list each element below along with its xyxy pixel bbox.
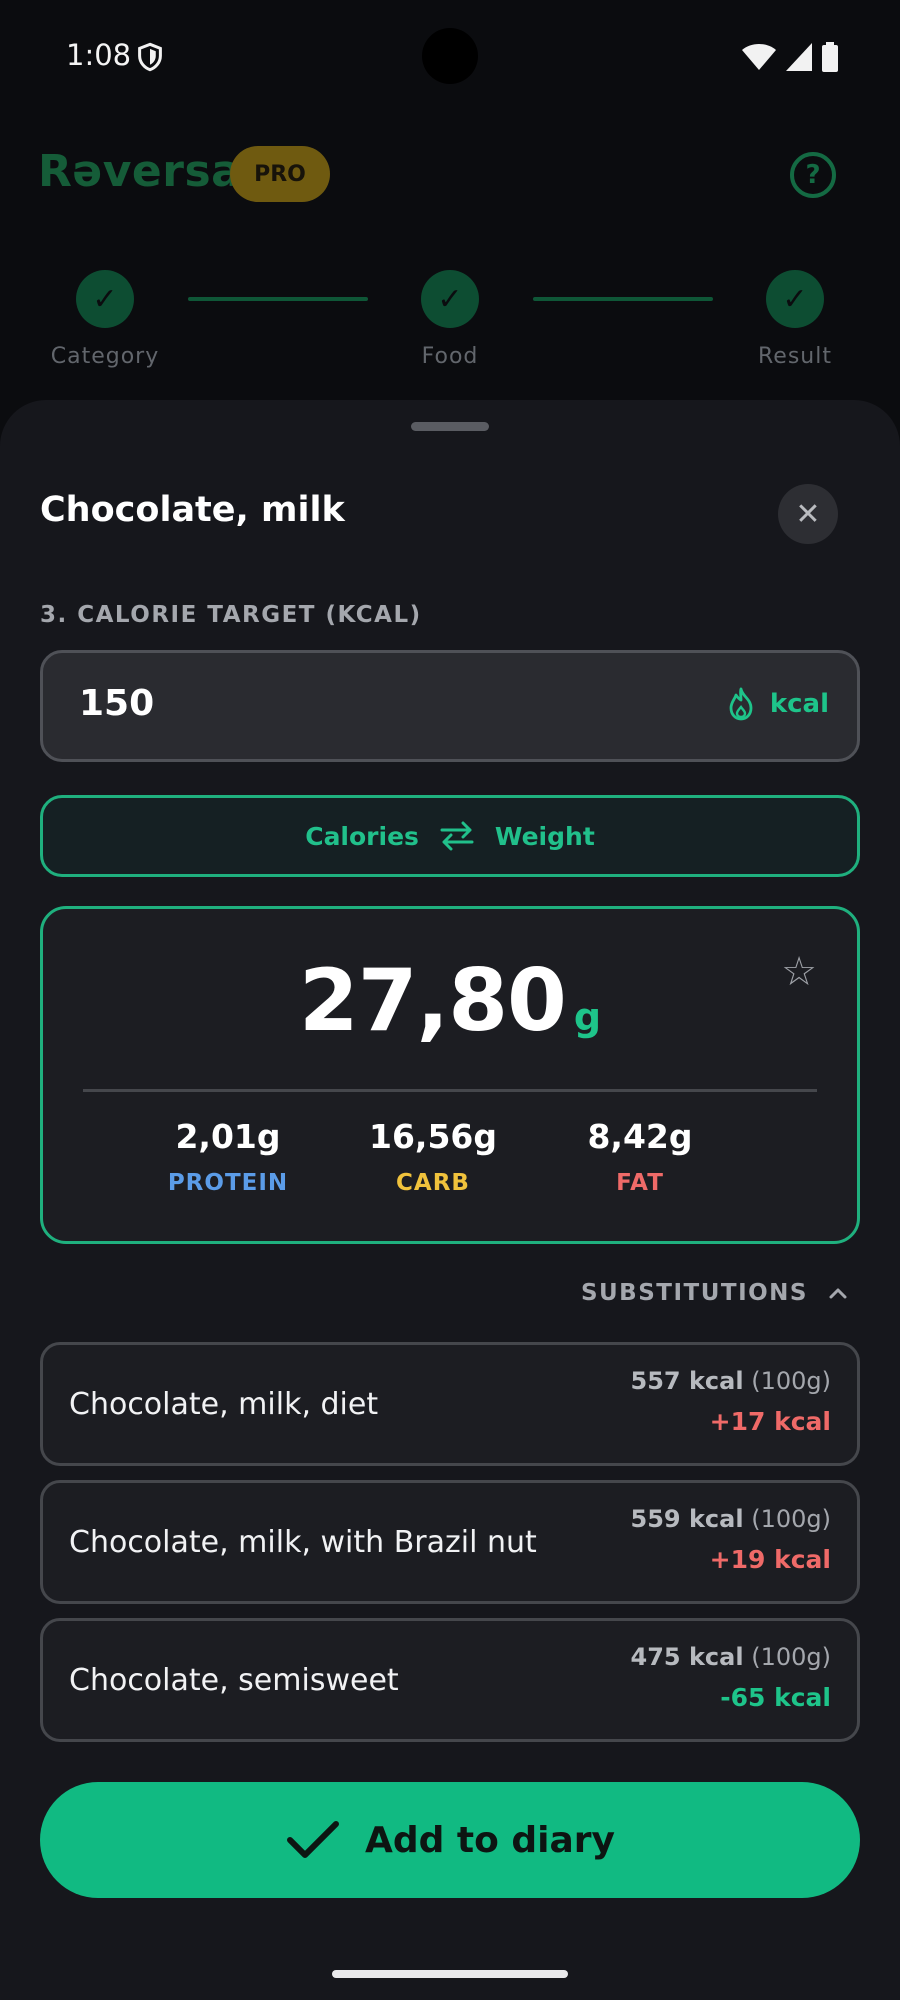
battery-icon [822,42,838,72]
cell-signal-icon [786,43,812,71]
wifi-icon [742,44,776,70]
toggle-weight-label: Weight [494,821,595,851]
swap-icon [440,821,474,851]
result-card: 27,80 g ☆ 2,01g PROTEIN 16,56g CARB 8,42g… [40,906,860,1244]
substitution-kcal: 557 kcal [630,1367,744,1395]
macro-protein: 2,01g PROTEIN [128,1117,328,1196]
substitution-diff: +17 kcal [709,1407,831,1436]
substitution-item[interactable]: Chocolate, milk, diet 557 kcal (100g) +1… [40,1342,860,1466]
result-unit: g [573,995,602,1039]
macro-label: PROTEIN [167,1170,289,1196]
step-food[interactable]: ✓ Food [380,270,520,369]
macro-label: FAT [616,1170,664,1196]
camera-cutout [422,28,478,84]
calorie-input-value[interactable]: 150 [79,683,154,724]
step-label: Food [421,344,479,369]
pro-badge[interactable]: PRO [230,146,330,202]
shield-icon [138,42,162,72]
result-value: 27,80 [298,951,567,1051]
step-label: Category [50,344,160,369]
check-icon: ✓ [766,270,824,328]
system-icons [742,42,838,72]
status-time: 1:08 [66,38,132,72]
substitution-diff: -65 kcal [720,1683,831,1712]
substitution-diff: +19 kcal [709,1545,831,1574]
step-label: Result [758,344,832,369]
substitution-per: (100g) [751,1505,831,1533]
substitution-name: Chocolate, semisweet [69,1663,399,1698]
substitutions-toggle[interactable]: SUBSTITUTIONS [581,1280,848,1306]
calories-weight-toggle[interactable]: Calories Weight [40,795,860,877]
stepper-connector [533,297,713,301]
status-bar: 1:08 [0,0,900,112]
substitution-item[interactable]: Chocolate, milk, with Brazil nut 559 kca… [40,1480,860,1604]
substitution-name: Chocolate, milk, diet [69,1387,379,1422]
substitution-stats: 475 kcal (100g) -65 kcal [631,1643,831,1712]
check-icon: ✓ [421,270,479,328]
toggle-calories-label: Calories [305,821,419,851]
app-logo: Rəversa [38,146,242,197]
macro-value: 8,42g [587,1117,693,1156]
check-icon [286,1821,339,1858]
question-circle-icon[interactable]: ? [790,152,836,198]
unit-label: kcal [769,689,829,719]
macro-value: 2,01g [175,1117,281,1156]
food-title: Chocolate, milk [40,490,345,530]
step-result[interactable]: ✓ Result [725,270,865,369]
substitution-kcal: 559 kcal [630,1505,744,1533]
macro-fat: 8,42g FAT [540,1117,740,1196]
substitutions-title: SUBSTITUTIONS [580,1280,808,1306]
flame-icon [729,687,753,721]
close-icon: ✕ [795,496,821,532]
stepper-connector [188,297,368,301]
chevron-up-icon [829,1288,847,1299]
calorie-target-input[interactable]: 150 kcal [40,650,860,762]
calorie-unit: kcal [726,687,829,721]
macro-carb: 16,56g CARB [333,1117,533,1196]
bottom-sheet: Chocolate, milk ✕ 3. CALORIE TARGET (KCA… [0,400,900,2000]
divider [83,1089,817,1092]
close-button[interactable]: ✕ [778,484,838,544]
macro-label: CARB [396,1170,470,1196]
add-to-diary-label: Add to diary [364,1819,616,1861]
result-amount: 27,80 g [43,951,857,1051]
sheet-drag-handle[interactable] [411,422,489,431]
step-category[interactable]: ✓ Category [35,270,175,369]
substitution-item[interactable]: Chocolate, semisweet 475 kcal (100g) -65… [40,1618,860,1742]
macro-value: 16,56g [368,1117,497,1156]
substitution-kcal: 475 kcal [630,1643,744,1671]
add-to-diary-button[interactable]: Add to diary [40,1782,860,1898]
substitution-stats: 559 kcal (100g) +19 kcal [631,1505,831,1574]
home-indicator[interactable] [332,1970,568,1978]
substitution-per: (100g) [751,1643,831,1671]
substitution-per: (100g) [751,1367,831,1395]
substitution-name: Chocolate, milk, with Brazil nut [69,1525,537,1560]
calorie-target-label: 3. CALORIE TARGET (KCAL) [40,602,422,628]
check-icon: ✓ [76,270,134,328]
substitution-stats: 557 kcal (100g) +17 kcal [631,1367,831,1436]
star-icon[interactable]: ☆ [781,949,817,995]
